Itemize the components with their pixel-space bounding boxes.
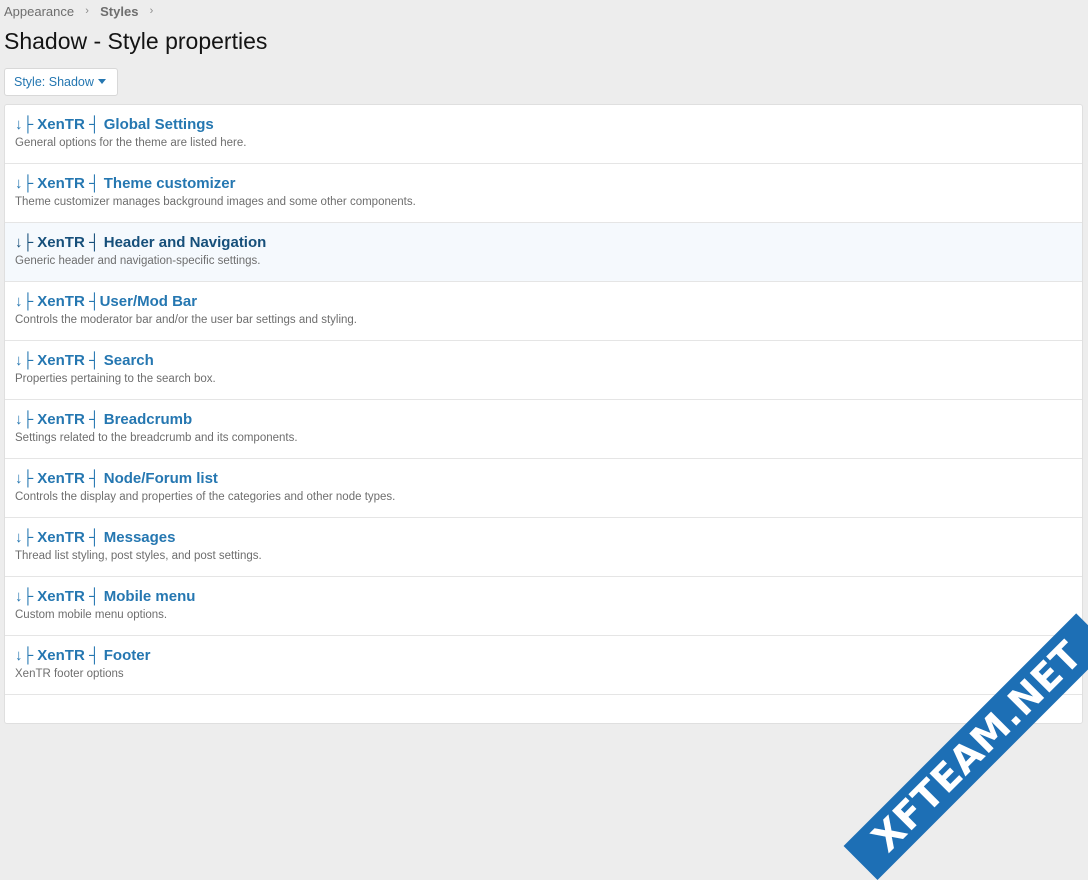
- style-property-groups-list: ↓├ XenTR ┤ Global Settings General optio…: [4, 104, 1083, 724]
- property-group-description: Theme customizer manages background imag…: [15, 196, 416, 208]
- property-group-title[interactable]: ↓├ XenTR ┤ Node/Forum list: [15, 469, 1082, 489]
- property-group-node-forum-list[interactable]: ↓├ XenTR ┤ Node/Forum list Controls the …: [5, 459, 1082, 518]
- chevron-right-icon: ›: [85, 5, 89, 17]
- property-group-theme-customizer[interactable]: ↓├ XenTR ┤ Theme customizer Theme custom…: [5, 164, 1082, 223]
- property-group-title[interactable]: ↓├ XenTR ┤ Header and Navigation: [15, 233, 1082, 253]
- property-group-user-mod-bar[interactable]: ↓├ XenTR ┤User/Mod Bar Controls the mode…: [5, 282, 1082, 341]
- property-group-title[interactable]: ↓├ XenTR ┤ Search: [15, 351, 1082, 371]
- property-group-title[interactable]: ↓├ XenTR ┤ Messages: [15, 528, 1082, 548]
- style-chooser-button[interactable]: Style: Shadow: [4, 68, 118, 96]
- property-group-description: General options for the theme are listed…: [15, 137, 247, 149]
- property-group-global-settings[interactable]: ↓├ XenTR ┤ Global Settings General optio…: [5, 105, 1082, 164]
- chevron-right-icon: ›: [149, 5, 154, 17]
- caret-down-icon: [97, 78, 106, 84]
- property-group-description: Thread list styling, post styles, and po…: [15, 550, 262, 562]
- property-group-mobile-menu[interactable]: ↓├ XenTR ┤ Mobile menu Custom mobile men…: [5, 577, 1082, 636]
- property-group-title[interactable]: ↓├ XenTR ┤ Footer: [15, 646, 1082, 666]
- property-group-description: Controls the moderator bar and/or the us…: [15, 314, 357, 326]
- property-group-title[interactable]: ↓├ XenTR ┤User/Mod Bar: [15, 292, 1082, 312]
- property-group-title[interactable]: ↓├ XenTR ┤ Global Settings: [15, 115, 1082, 135]
- property-group-description: Settings related to the breadcrumb and i…: [15, 432, 298, 444]
- property-group-description: Custom mobile menu options.: [15, 609, 168, 621]
- property-group-title[interactable]: ↓├ XenTR ┤ Theme customizer: [15, 174, 1082, 194]
- breadcrumb-styles[interactable]: Styles: [100, 4, 138, 19]
- breadcrumb-appearance[interactable]: Appearance: [4, 4, 74, 19]
- style-chooser-label: Style: Shadow: [14, 75, 94, 89]
- property-group-footer[interactable]: ↓├ XenTR ┤ Footer XenTR footer options: [5, 636, 1082, 695]
- property-group-breadcrumb[interactable]: ↓├ XenTR ┤ Breadcrumb Settings related t…: [5, 400, 1082, 459]
- property-group-description: Generic header and navigation-specific s…: [15, 255, 261, 267]
- breadcrumb: Appearance › Styles ›: [4, 2, 164, 20]
- page-title: Shadow - Style properties: [4, 28, 268, 54]
- property-group-title[interactable]: ↓├ XenTR ┤ Mobile menu: [15, 587, 1082, 607]
- property-group-description: Controls the display and properties of t…: [15, 491, 396, 503]
- property-group-description: Properties pertaining to the search box.: [15, 373, 216, 385]
- property-group-search[interactable]: ↓├ XenTR ┤ Search Properties pertaining …: [5, 341, 1082, 400]
- property-group-title[interactable]: ↓├ XenTR ┤ Breadcrumb: [15, 410, 1082, 430]
- property-group-description: XenTR footer options: [15, 668, 124, 680]
- property-group-messages[interactable]: ↓├ XenTR ┤ Messages Thread list styling,…: [5, 518, 1082, 577]
- property-group-header-and-navigation[interactable]: ↓├ XenTR ┤ Header and Navigation Generic…: [5, 223, 1082, 282]
